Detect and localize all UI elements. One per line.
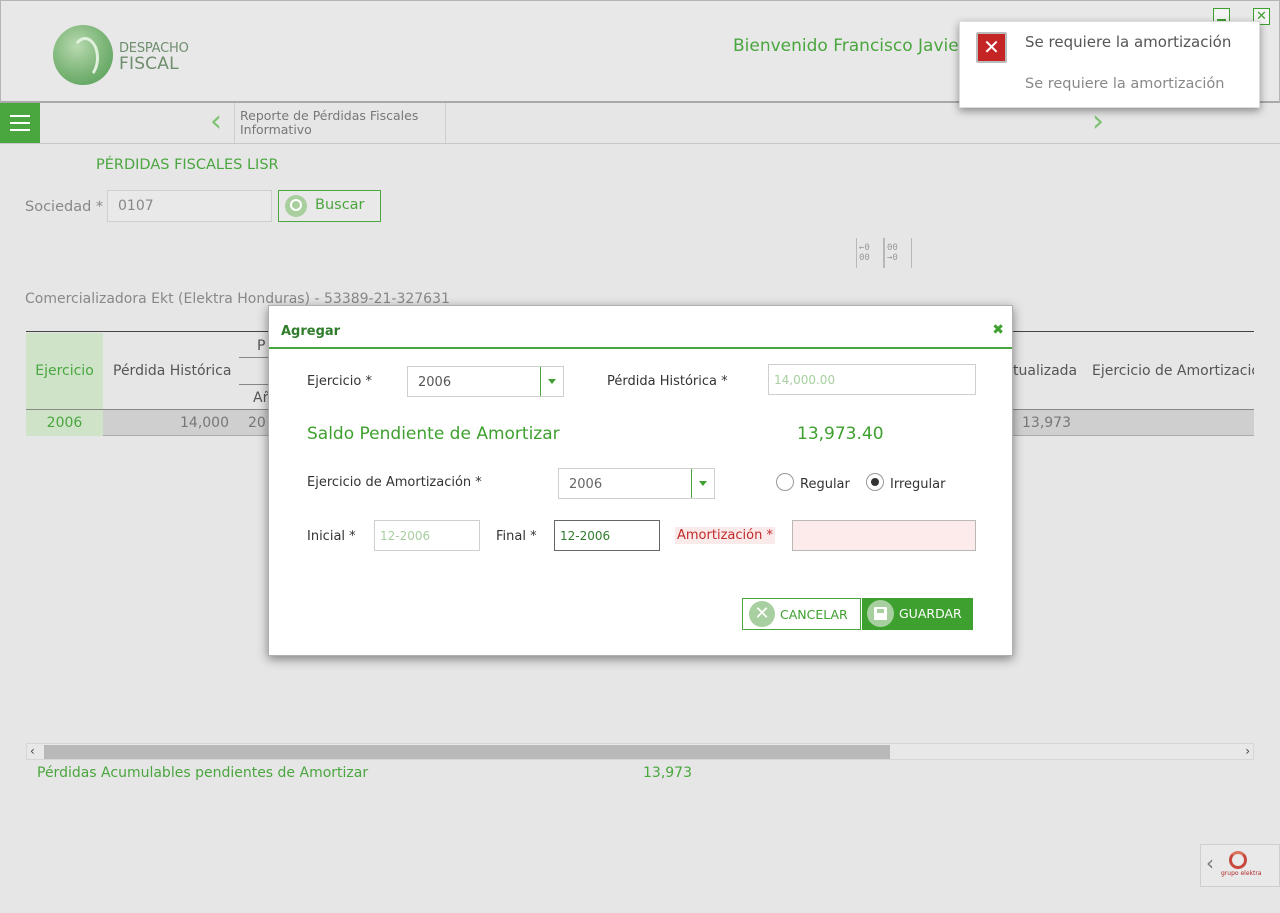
inicial-label: Inicial * [307,529,356,544]
perdida-historica-field[interactable]: 14,000.00 [768,364,976,395]
final-field[interactable]: 12-2006 [554,520,660,551]
dialog-close-button[interactable]: ✖ [992,322,1004,338]
radio-irregular-label[interactable]: Irregular [890,477,945,492]
perdida-historica-label: Pérdida Histórica * [607,374,728,389]
toast-title: Se requiere la amortización [1025,33,1232,51]
ejercicio-label: Ejercicio * [307,374,372,389]
amortizacion-label: Amortización * [675,527,775,544]
saldo-pendiente-label: Saldo Pendiente de Amortizar [307,424,560,444]
amortizacion-field[interactable] [792,520,976,551]
save-button-label: GUARDAR [899,606,962,621]
toast-message: Se requiere la amortización [1025,76,1225,92]
save-button[interactable]: GUARDAR [862,598,973,630]
cancel-icon: ✕ [749,601,775,627]
floppy-disk-icon [867,600,894,627]
agregar-dialog: Agregar ✖ Ejercicio * 2006 Pérdida Histó… [268,305,1013,656]
ejercicio-amortizacion-value: 2006 [569,477,603,492]
ejercicio-select[interactable]: 2006 [407,366,564,397]
chevron-down-icon[interactable] [540,367,563,396]
inicial-field[interactable]: 12-2006 [374,520,480,551]
cancel-button-label: CANCELAR [780,607,848,622]
dialog-title: Agregar [281,324,341,339]
error-toast[interactable]: ✕ Se requiere la amortización Se requier… [959,21,1260,108]
error-icon: ✕ [976,32,1007,63]
ejercicio-amortizacion-label: Ejercicio de Amortización * [307,475,482,490]
chevron-down-icon[interactable] [691,469,714,498]
cancel-button[interactable]: ✕ CANCELAR [742,598,861,630]
radio-irregular[interactable] [866,473,884,491]
dialog-divider [269,347,1012,349]
saldo-pendiente-value: 13,973.40 [797,424,884,444]
radio-regular[interactable] [776,473,794,491]
ejercicio-amortizacion-select[interactable]: 2006 [558,468,715,499]
radio-regular-label[interactable]: Regular [800,477,850,492]
final-label: Final * [496,529,537,544]
ejercicio-select-value: 2006 [418,375,452,390]
